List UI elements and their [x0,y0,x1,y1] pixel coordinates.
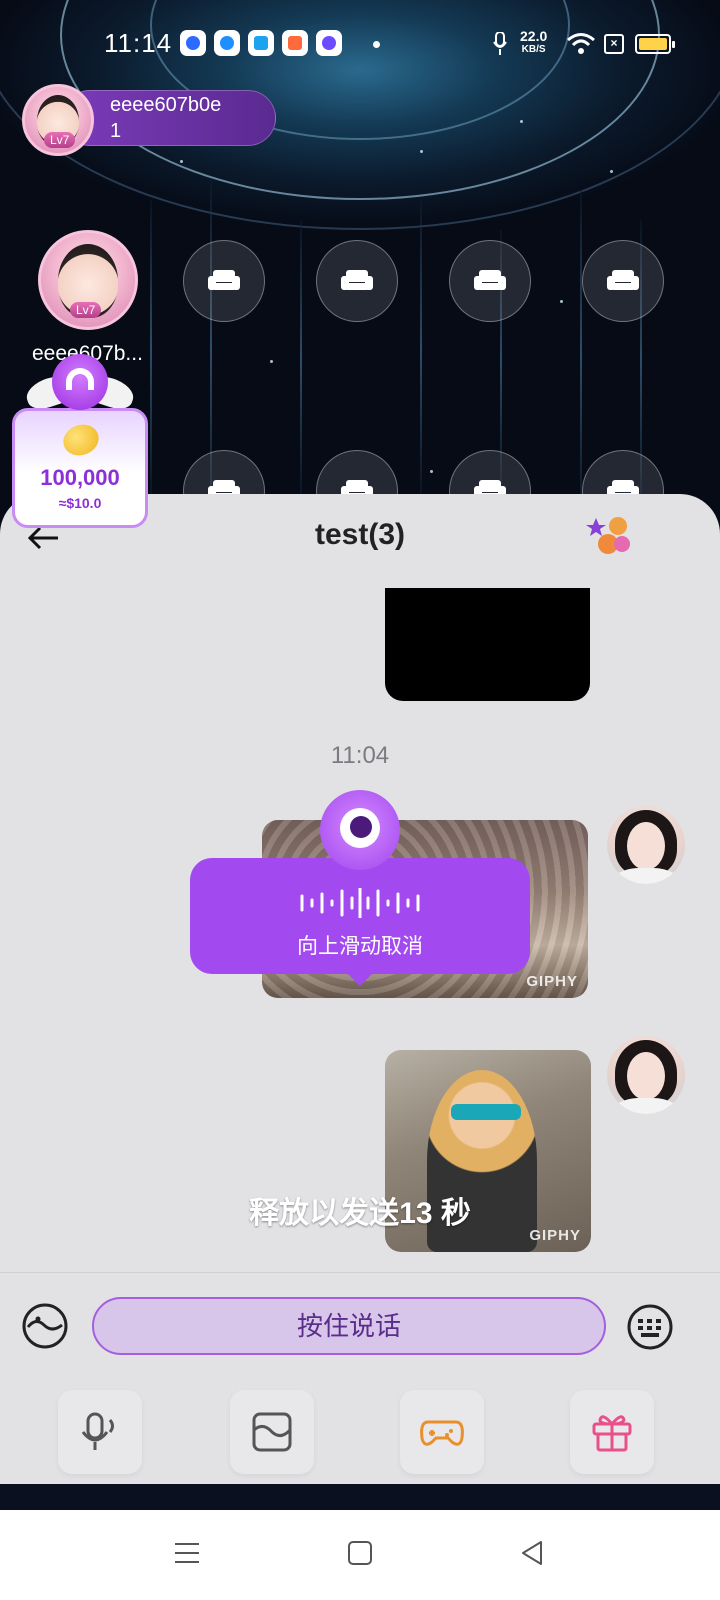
network-speed-unit: KB/S [521,44,546,55]
network-speed: 22.0 KB/S [520,28,548,56]
chat-tool-row [0,1382,720,1482]
sofa-icon [607,270,639,290]
coin-amount: 100,000 [40,465,120,490]
coin-panel: 100,000 ≈$10.0 [12,408,148,528]
blue-circle-app-icon [214,30,240,56]
notification-dot-icon [373,41,380,48]
gamepad-icon [420,1420,464,1446]
microphone-icon [493,32,507,55]
image-tool-button[interactable] [230,1390,314,1474]
empty-seat-3[interactable] [449,240,531,322]
owner-seat[interactable]: Lv7 eeee607b... [30,226,148,366]
status-bar: 11:14 22.0 KB/S × [0,0,720,88]
group-members-icon[interactable] [586,514,630,558]
giphy-watermark: GIPHY [526,973,578,990]
baidu-app-icon [180,30,206,56]
message-image-black[interactable] [385,588,590,701]
game-tool-button[interactable] [400,1390,484,1474]
chat-timestamp: 11:04 [330,742,390,769]
recording-mascot-icon [320,790,400,870]
sofa-icon [474,270,506,290]
system-navigation-bar [0,1510,720,1600]
voice-microphone-icon [81,1412,114,1450]
status-time: 11:14 [104,28,173,58]
voice-recording-popup: 向上滑动取消 [190,790,530,990]
voice-tool-button[interactable] [58,1390,142,1474]
game-app-icon [282,30,308,56]
battery-icon [635,34,675,54]
release-to-send-hint: 释放以发送13 秒 [249,1197,471,1230]
keyboard-icon[interactable] [626,1303,674,1351]
sender-avatar-1[interactable] [607,806,685,884]
sound-wave-icon [300,888,420,918]
empty-seat-1[interactable] [183,240,265,322]
host-online-count: 1 [110,120,122,142]
qq-browser-icon [248,30,274,56]
network-speed-value: 22.0 [520,28,548,44]
host-level-badge: Lv7 [44,132,76,148]
hold-to-talk-button[interactable]: 按住说话 [92,1297,606,1355]
chat-input-bar: 按住说话 [0,1272,720,1382]
sofa-icon [341,270,373,290]
image-icon [252,1412,292,1452]
home-icon[interactable] [345,1538,375,1568]
wifi-icon [567,33,595,54]
gift-icon [592,1415,632,1452]
coin-reward-card[interactable]: 100,000 ≈$10.0 [12,352,148,530]
coin-bean-icon [58,419,104,461]
room-host-pill[interactable]: Lv7 eeee607b0e 1 [22,84,276,156]
menu-icon[interactable] [172,1538,202,1568]
coin-usd-value: ≈$10.0 [58,495,102,511]
owner-level-badge: Lv7 [70,302,102,318]
mascot-icon [52,354,108,410]
sim-icon: × [604,34,624,54]
back-icon[interactable] [517,1538,547,1568]
sofa-icon [208,270,240,290]
slide-up-cancel-hint: 向上滑动取消 [297,935,423,958]
emoji-icon[interactable] [22,1303,68,1349]
purple-app-icon [316,30,342,56]
empty-seat-4[interactable] [582,240,664,322]
sender-avatar-2[interactable] [607,1036,685,1114]
host-name: eeee607b0e [110,94,222,116]
empty-seat-2[interactable] [316,240,398,322]
recording-box: 向上滑动取消 [190,858,530,986]
gift-tool-button[interactable] [570,1390,654,1474]
